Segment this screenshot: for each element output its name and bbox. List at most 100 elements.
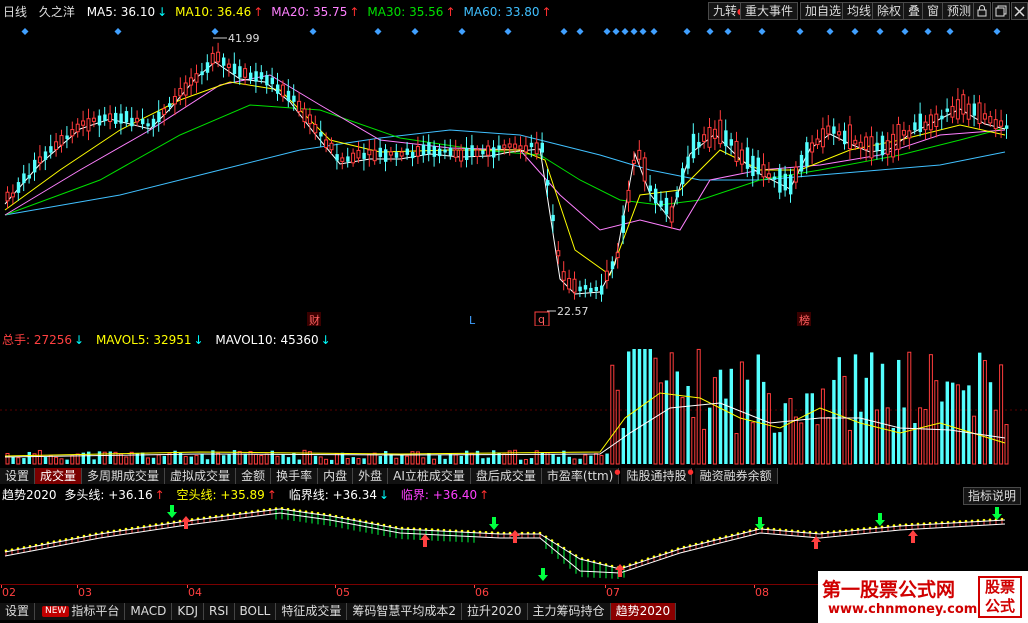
exclude-rights-button[interactable]: 除权 (872, 2, 907, 20)
bottom-indicator-tabs: 设置 NEW 指标平台 MACD KDJ RSI BOLL 特征成交量 筹码智慧平均成本2 拉升2… (0, 603, 677, 621)
x-axis-tick (474, 585, 475, 588)
indicator-tab[interactable]: 金额 (236, 468, 272, 484)
period-label[interactable]: 日线 (3, 3, 27, 21)
event-diamond[interactable] (114, 28, 122, 35)
indicator-explain-button[interactable]: 指标说明 (963, 487, 1022, 505)
indicator-tab[interactable]: 设置 (0, 468, 36, 484)
volume-bar (453, 454, 458, 465)
candle-body (324, 139, 329, 148)
event-diamond[interactable] (851, 28, 859, 35)
candle-body (718, 119, 723, 145)
candle-body (59, 135, 64, 146)
lock-icon[interactable] (973, 2, 991, 20)
volume-bar (443, 458, 447, 464)
event-diamond[interactable] (603, 28, 611, 35)
bottom-tab[interactable]: NEW 指标平台 (35, 603, 126, 620)
finance-marker[interactable]: 财 (309, 313, 320, 326)
buy-arrow-icon (908, 530, 918, 543)
candle-body (993, 119, 998, 130)
volume-bar (459, 455, 463, 464)
event-diamond[interactable] (612, 28, 620, 35)
event-diamond[interactable] (630, 28, 638, 35)
indicator-tab[interactable]: 成交量 (35, 468, 83, 484)
indicator-tab[interactable]: 融资融券余额 (694, 468, 778, 484)
bottom-tab[interactable]: 设置 (0, 603, 36, 620)
event-diamond[interactable] (560, 28, 568, 35)
event-diamond[interactable] (706, 28, 714, 35)
event-diamond[interactable] (876, 28, 884, 35)
bottom-tab[interactable]: 特征成交量 (276, 603, 348, 620)
trend-signal-arrows (167, 505, 1002, 581)
indicator-tab[interactable]: 虚拟成交量 (165, 468, 237, 484)
volume-bar (519, 459, 523, 464)
price-chart[interactable]: 41.99 22.57 财 L q 榜 (0, 20, 1028, 326)
event-diamond[interactable] (946, 28, 954, 35)
bottom-tab[interactable]: 主力筹码持仓 (527, 603, 611, 620)
event-diamond[interactable] (993, 28, 1001, 35)
indicator-tab[interactable]: 多周期成交量 (82, 468, 166, 484)
candle-body (556, 250, 561, 257)
event-diamond[interactable] (621, 28, 629, 35)
event-diamond[interactable] (683, 28, 691, 35)
bottom-tab[interactable]: BOLL (234, 603, 277, 620)
event-diamond[interactable] (758, 28, 766, 35)
bottom-tab[interactable]: MACD (125, 603, 173, 620)
event-diamond[interactable] (924, 28, 932, 35)
volume-bar (756, 354, 760, 464)
window-button[interactable]: 窗 (922, 2, 945, 20)
indicator-tab[interactable]: 市盈率(ttm) (541, 468, 620, 484)
candle-body (875, 142, 879, 151)
event-diamond[interactable] (650, 28, 658, 35)
volume-bar (832, 379, 836, 464)
candle-body (459, 149, 464, 162)
indicator-tab[interactable]: AI立桩成交量 (388, 468, 471, 484)
event-diamond[interactable] (21, 28, 29, 35)
volume-bar (859, 411, 863, 464)
bottom-tab[interactable]: 筹码智慧平均成本2 (347, 603, 462, 620)
bottom-tab[interactable]: KDJ (172, 603, 204, 620)
bottom-tab[interactable]: RSI (204, 603, 235, 620)
candle-body (37, 156, 42, 164)
q-marker[interactable]: q (538, 313, 545, 326)
event-diamond[interactable] (504, 28, 512, 35)
major-events-button[interactable]: 重大事件 (740, 2, 799, 20)
candle-body (880, 135, 885, 156)
forecast-button[interactable]: 预测 (942, 2, 977, 20)
event-diamond[interactable] (411, 28, 419, 35)
indicator-tab[interactable]: 盘后成交量 (470, 468, 542, 484)
close-icon[interactable] (1011, 2, 1028, 20)
add-watchlist-button[interactable]: 加自选 (800, 2, 847, 20)
indicator-tab[interactable]: 内盘 (318, 468, 354, 484)
candle-body (259, 72, 264, 80)
volume-bar (356, 457, 361, 465)
event-diamond[interactable] (211, 28, 219, 35)
restore-window-icon[interactable] (992, 2, 1010, 20)
volume-chart[interactable] (0, 348, 1028, 466)
event-diamond[interactable] (458, 28, 466, 35)
event-diamond[interactable] (576, 28, 584, 35)
sell-arrow-icon (489, 517, 499, 530)
candle-body (114, 112, 118, 124)
event-diamond[interactable] (901, 28, 909, 35)
trend-line-button[interactable]: 均线 (842, 2, 877, 20)
bottom-tab[interactable]: 拉升2020 (462, 603, 528, 620)
volume-bar (961, 390, 966, 464)
bottom-tab[interactable]: 趋势2020 (610, 603, 677, 620)
event-diamond[interactable] (796, 28, 804, 35)
event-diamond[interactable] (826, 28, 834, 35)
trend-fill (4, 506, 1004, 579)
indicator-tab[interactable]: 外盘 (353, 468, 389, 484)
l-marker[interactable]: L (469, 314, 476, 326)
event-diamond[interactable] (639, 28, 647, 35)
candle-body (707, 126, 712, 148)
event-diamond[interactable] (374, 28, 382, 35)
indicator-tab[interactable]: 陆股通持股 (621, 468, 693, 484)
new-badge: NEW (42, 606, 70, 617)
ranking-marker[interactable]: 榜 (799, 313, 810, 326)
indicator-tab[interactable]: 换手率 (271, 468, 319, 484)
event-diamond[interactable] (309, 28, 317, 35)
event-diamond[interactable] (724, 28, 732, 35)
volume-bar (11, 457, 15, 464)
volume-bar (923, 409, 928, 465)
candle-body (513, 143, 518, 149)
